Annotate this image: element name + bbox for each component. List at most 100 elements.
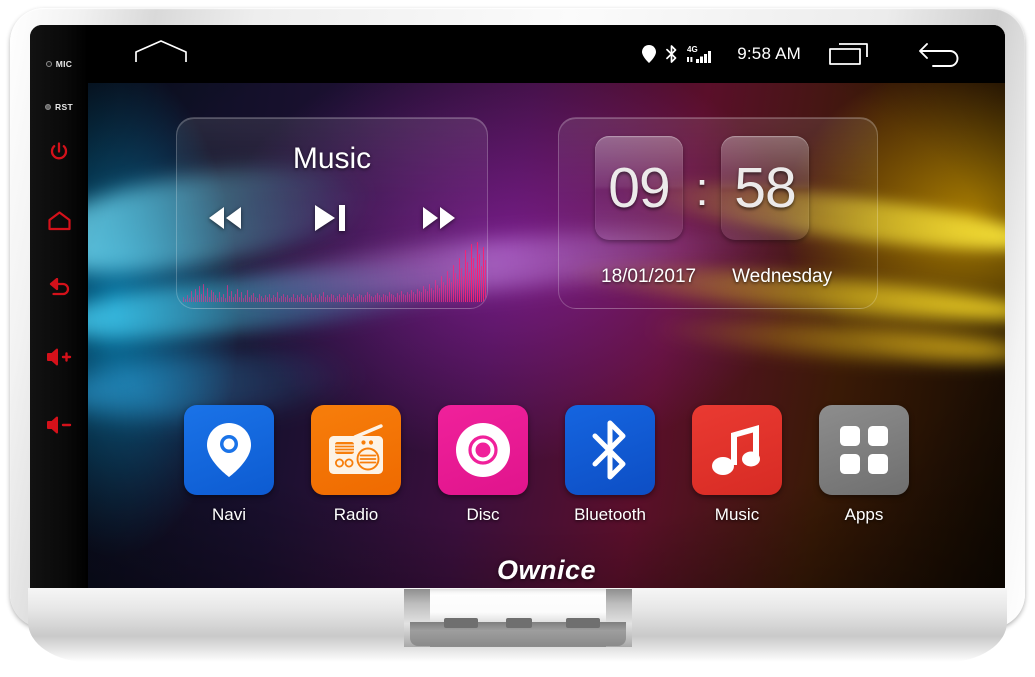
app-icon-apps[interactable]: Apps (819, 405, 909, 525)
back-arrow-icon[interactable] (917, 40, 965, 68)
mic-hole-icon (45, 61, 52, 67)
equalizer-bar (363, 296, 364, 302)
home-button[interactable] (47, 210, 72, 232)
widget-area: Music 09: 58 18/01/2017 Wednesday (88, 83, 1005, 383)
equalizer-bar (273, 295, 274, 302)
equalizer-bar (457, 279, 458, 302)
play-pause-button[interactable] (310, 202, 354, 234)
equalizer-bar (461, 267, 462, 302)
equalizer-bar (249, 297, 250, 302)
equalizer-bar (345, 297, 346, 302)
equalizer-bar (395, 296, 396, 302)
equalizer-bar (443, 281, 444, 302)
equalizer-bar (259, 294, 260, 302)
app-label-radio: Radio (333, 505, 379, 524)
power-button[interactable] (47, 140, 71, 164)
app-icon-disc[interactable]: Disc (438, 405, 528, 525)
clock-digits: 09 : 58 (595, 136, 809, 240)
equalizer-bar (377, 293, 378, 302)
app-icon-bluetooth[interactable]: Bluetooth (565, 405, 655, 525)
volume-down-button[interactable] (45, 414, 73, 436)
volume-up-button[interactable] (45, 346, 73, 368)
home-pentagon-icon[interactable] (132, 37, 190, 72)
back-button[interactable] (47, 278, 71, 300)
equalizer-bar (267, 297, 268, 302)
equalizer-bar (325, 296, 326, 302)
mounting-tab (444, 618, 478, 628)
app-label-music: Music (714, 505, 760, 524)
app-icon-radio[interactable]: Radio (311, 405, 401, 525)
device-glass-panel: MIC RST 4G 9:58 AM Music 09: 58 18/01/2… (30, 25, 1005, 593)
equalizer-bar (419, 290, 420, 302)
equalizer-bar (445, 285, 446, 302)
apps-grid-icon[interactable] (819, 405, 909, 495)
previous-track-button[interactable] (202, 203, 248, 233)
equalizer-bar (205, 296, 206, 302)
equalizer-bar (367, 292, 368, 302)
music-note-icon[interactable] (692, 405, 782, 495)
equalizer-bar (301, 294, 302, 302)
equalizer-bar (335, 297, 336, 302)
equalizer-bar (231, 290, 232, 302)
equalizer-bar (323, 292, 324, 302)
music-widget[interactable]: Music (176, 117, 488, 309)
bluetooth-icon (665, 45, 678, 63)
reset-button[interactable]: RST (45, 102, 73, 112)
equalizer-bar (373, 297, 374, 302)
radio-icon[interactable] (311, 405, 401, 495)
equalizer-bar (189, 298, 190, 302)
equalizer-bar (293, 293, 294, 302)
equalizer-bar (281, 296, 282, 302)
status-icons: 4G (642, 44, 715, 64)
hardware-button-strip: MIC RST (30, 25, 88, 593)
equalizer-bar (285, 297, 286, 302)
equalizer-bar (295, 297, 296, 302)
bluetooth-icon[interactable] (565, 405, 655, 495)
head-unit-device: MIC RST 4G 9:58 AM Music 09: 58 18/01/2… (0, 0, 1035, 677)
equalizer-bar (309, 296, 310, 302)
app-icon-navi[interactable]: Navi (184, 405, 274, 525)
status-bar: 4G 9:58 AM (88, 25, 1005, 83)
equalizer-bar (401, 291, 402, 302)
equalizer-bar (431, 287, 432, 302)
clock-widget[interactable]: 09 : 58 18/01/2017 Wednesday (558, 117, 878, 309)
equalizer-bar (339, 294, 340, 302)
equalizer-bar (441, 275, 442, 302)
equalizer-bar (235, 293, 236, 302)
equalizer-bar (183, 297, 184, 302)
equalizer-bar (185, 299, 186, 302)
equalizer-bar (243, 297, 244, 302)
navi-pin-icon[interactable] (184, 405, 274, 495)
app-icon-music[interactable]: Music (692, 405, 782, 525)
equalizer-bar (253, 293, 254, 302)
equalizer-bar (211, 290, 212, 302)
reset-hole-icon[interactable] (45, 104, 52, 110)
equalizer-bar (413, 291, 414, 302)
equalizer-bar (311, 293, 312, 302)
status-bar-clock: 9:58 AM (737, 44, 801, 63)
clock-date-row: 18/01/2017 Wednesday (601, 266, 832, 288)
disc-icon[interactable] (438, 405, 528, 495)
equalizer-bar (265, 294, 266, 302)
equalizer-bar (417, 288, 418, 302)
equalizer-bar (225, 298, 226, 302)
mic-label: MIC (55, 59, 73, 69)
equalizer-bar (385, 294, 386, 302)
location-pin-icon (642, 45, 657, 63)
equalizer-bar (193, 296, 194, 302)
recents-icon[interactable] (827, 40, 871, 68)
equalizer-bar (191, 291, 192, 302)
next-track-button[interactable] (416, 203, 462, 233)
equalizer-bar (329, 297, 330, 302)
equalizer-bar (327, 294, 328, 302)
equalizer-bar (433, 290, 434, 302)
equalizer-bar (463, 275, 464, 302)
equalizer-bar (423, 286, 424, 302)
equalizer-bar (407, 292, 408, 302)
equalizer-bar (219, 291, 220, 302)
equalizer-bar (451, 282, 452, 302)
touch-screen[interactable]: 4G 9:58 AM Music 09: 58 18/01/2017 Wedn… (88, 25, 1005, 593)
equalizer-bar (371, 296, 372, 302)
equalizer-bar (217, 297, 218, 302)
clock-date: 18/01/2017 (601, 266, 697, 287)
